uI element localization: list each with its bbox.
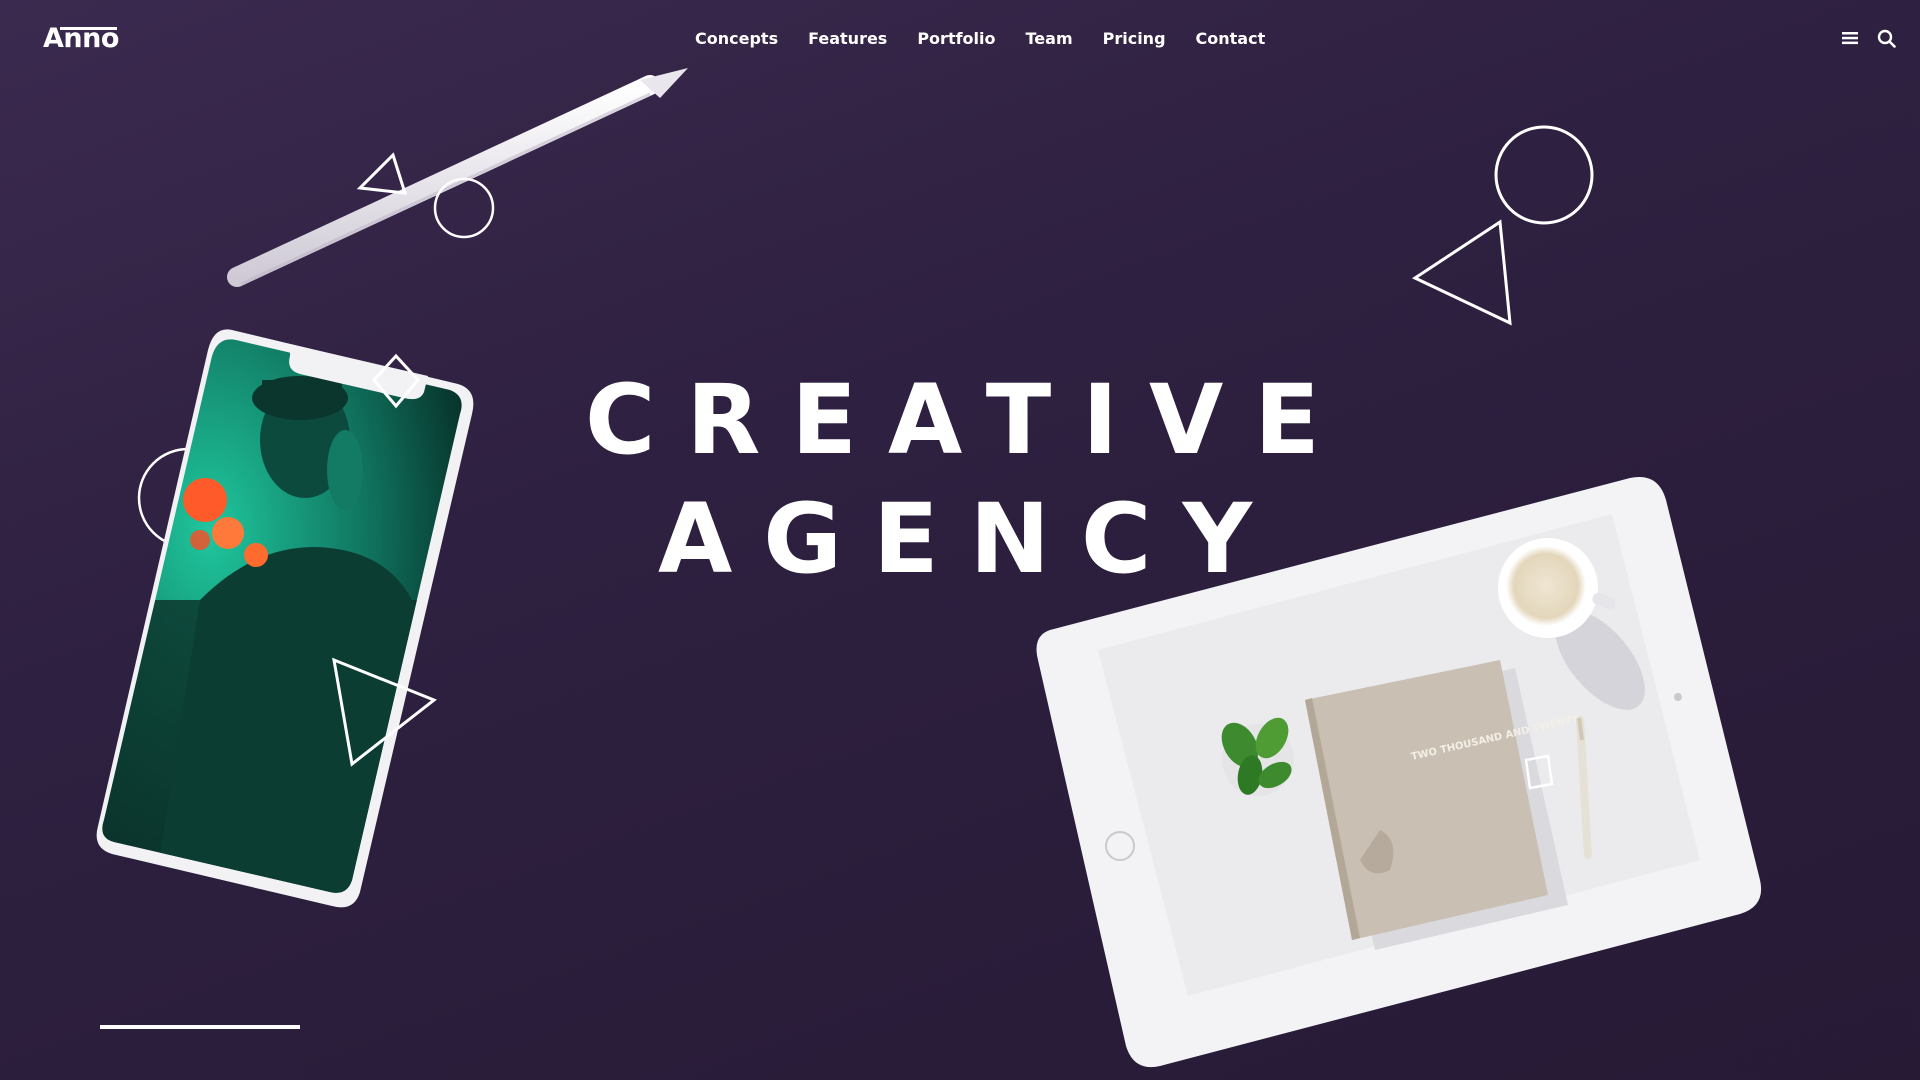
- book-cover-text: TWO THOUSAND AND TWENTY: [1410, 713, 1581, 763]
- hero-title-line-1: CREATIVE: [585, 364, 1351, 476]
- nav-item-team[interactable]: Team: [1026, 28, 1073, 50]
- main-navigation: Concepts Features Portfolio Team Pricing…: [695, 28, 1265, 50]
- hero-title-line-2: AGENCY: [658, 483, 1283, 595]
- circle-outline-shape: [1494, 125, 1594, 225]
- nav-item-concepts[interactable]: Concepts: [695, 28, 778, 50]
- brand-logo[interactable]: Anno: [43, 22, 119, 56]
- pencil-illustration: [227, 68, 688, 287]
- circle-outline-shape: [433, 177, 495, 239]
- slider-progress-indicator[interactable]: [100, 1025, 300, 1029]
- nav-item-contact[interactable]: Contact: [1196, 28, 1266, 50]
- nav-item-portfolio[interactable]: Portfolio: [917, 28, 995, 50]
- site-header: Anno Concepts Features Portfolio Team Pr…: [0, 0, 1920, 78]
- nav-item-pricing[interactable]: Pricing: [1103, 28, 1166, 50]
- phone-illustration: [96, 329, 474, 908]
- triangle-outline-shape: [1411, 219, 1512, 326]
- hamburger-menu-icon[interactable]: [1842, 31, 1858, 45]
- search-icon[interactable]: [1877, 29, 1896, 48]
- nav-item-features[interactable]: Features: [808, 28, 887, 50]
- triangle-outline-shape: [356, 152, 408, 195]
